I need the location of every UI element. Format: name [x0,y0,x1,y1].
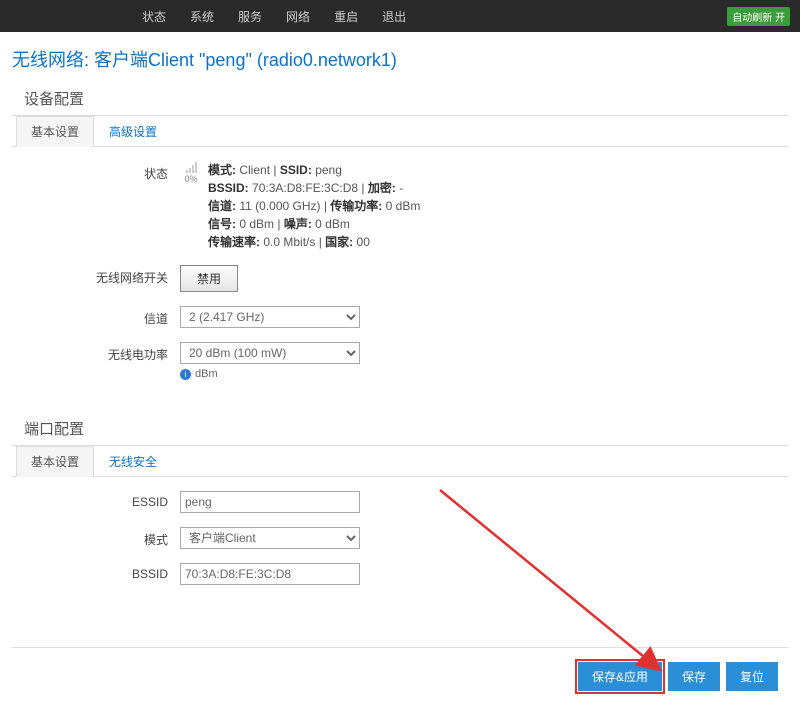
status-block: 0% 模式: Client | SSID: peng BSSID: [180,161,780,251]
nav-services[interactable]: 服务 [226,8,274,25]
txp-val: 0 dBm [386,199,421,213]
bssid-input[interactable] [180,563,360,585]
noise-val: 0 dBm [315,217,350,231]
reset-button[interactable]: 复位 [726,662,778,691]
nav-logout[interactable]: 退出 [370,8,418,25]
ssid-val: peng [315,163,342,177]
footer-actions: 保存&应用 保存 复位 [12,658,788,699]
mode-select[interactable]: 客户端Client [180,527,360,549]
tab-iface-basic[interactable]: 基本设置 [16,446,94,477]
mode-label: 模式 [20,527,180,548]
bssid-label-iface: BSSID [20,563,180,581]
device-tabs: 基本设置 高级设置 [12,116,788,147]
bssid-key: BSSID: [208,181,249,195]
auto-refresh-badge[interactable]: 自动刷新 开 [727,7,790,26]
top-nav: 状态 系统 服务 网络 重启 退出 自动刷新 开 [0,0,800,32]
mode-val: Client [239,163,270,177]
channel-select[interactable]: 2 (2.417 GHz) [180,306,360,328]
txpower-hint: dBm [195,368,218,380]
chan-val: 11 (0.000 GHz) [239,199,320,213]
save-button[interactable]: 保存 [668,662,720,691]
iface-section-title: 端口配置 [12,414,788,446]
tab-device-basic[interactable]: 基本设置 [16,116,94,147]
wireless-switch-label: 无线网络开关 [20,265,180,286]
tab-device-advanced[interactable]: 高级设置 [94,116,172,147]
essid-input[interactable] [180,491,360,513]
info-icon: i [180,369,191,380]
bssid-val: 70:3A:D8:FE:3C:D8 [252,181,358,195]
nav-status[interactable]: 状态 [130,8,178,25]
disable-button[interactable]: 禁用 [180,265,238,292]
chan-key: 信道: [208,199,236,213]
signal-percent: 0% [184,174,197,184]
ctry-key: 国家: [325,235,353,249]
ctry-val: 00 [357,235,370,249]
enc-key: 加密: [368,181,396,195]
sig-val: 0 dBm [239,217,274,231]
nav-system[interactable]: 系统 [178,8,226,25]
tab-iface-security[interactable]: 无线安全 [94,446,172,477]
enc-val: - [399,181,403,195]
page-title: 无线网络: 客户端Client "peng" (radio0.network1) [12,46,788,72]
mode-key: 模式: [208,163,236,177]
nav-network[interactable]: 网络 [274,8,322,25]
save-apply-button[interactable]: 保存&应用 [578,662,662,691]
status-label: 状态 [20,161,180,182]
channel-label: 信道 [20,306,180,327]
iface-tabs: 基本设置 无线安全 [12,446,788,477]
txp-key: 传输功率: [330,199,382,213]
nav-reboot[interactable]: 重启 [322,8,370,25]
sig-key: 信号: [208,217,236,231]
noise-key: 噪声: [284,217,312,231]
device-section-title: 设备配置 [12,84,788,116]
txpower-select[interactable]: 20 dBm (100 mW) [180,342,360,364]
signal-icon: 0% [180,161,202,184]
rate-val: 0.0 Mbit/s [263,235,315,249]
txpower-label: 无线电功率 [20,342,180,363]
essid-label: ESSID [20,491,180,509]
rate-key: 传输速率: [208,235,260,249]
ssid-key: SSID: [280,163,312,177]
